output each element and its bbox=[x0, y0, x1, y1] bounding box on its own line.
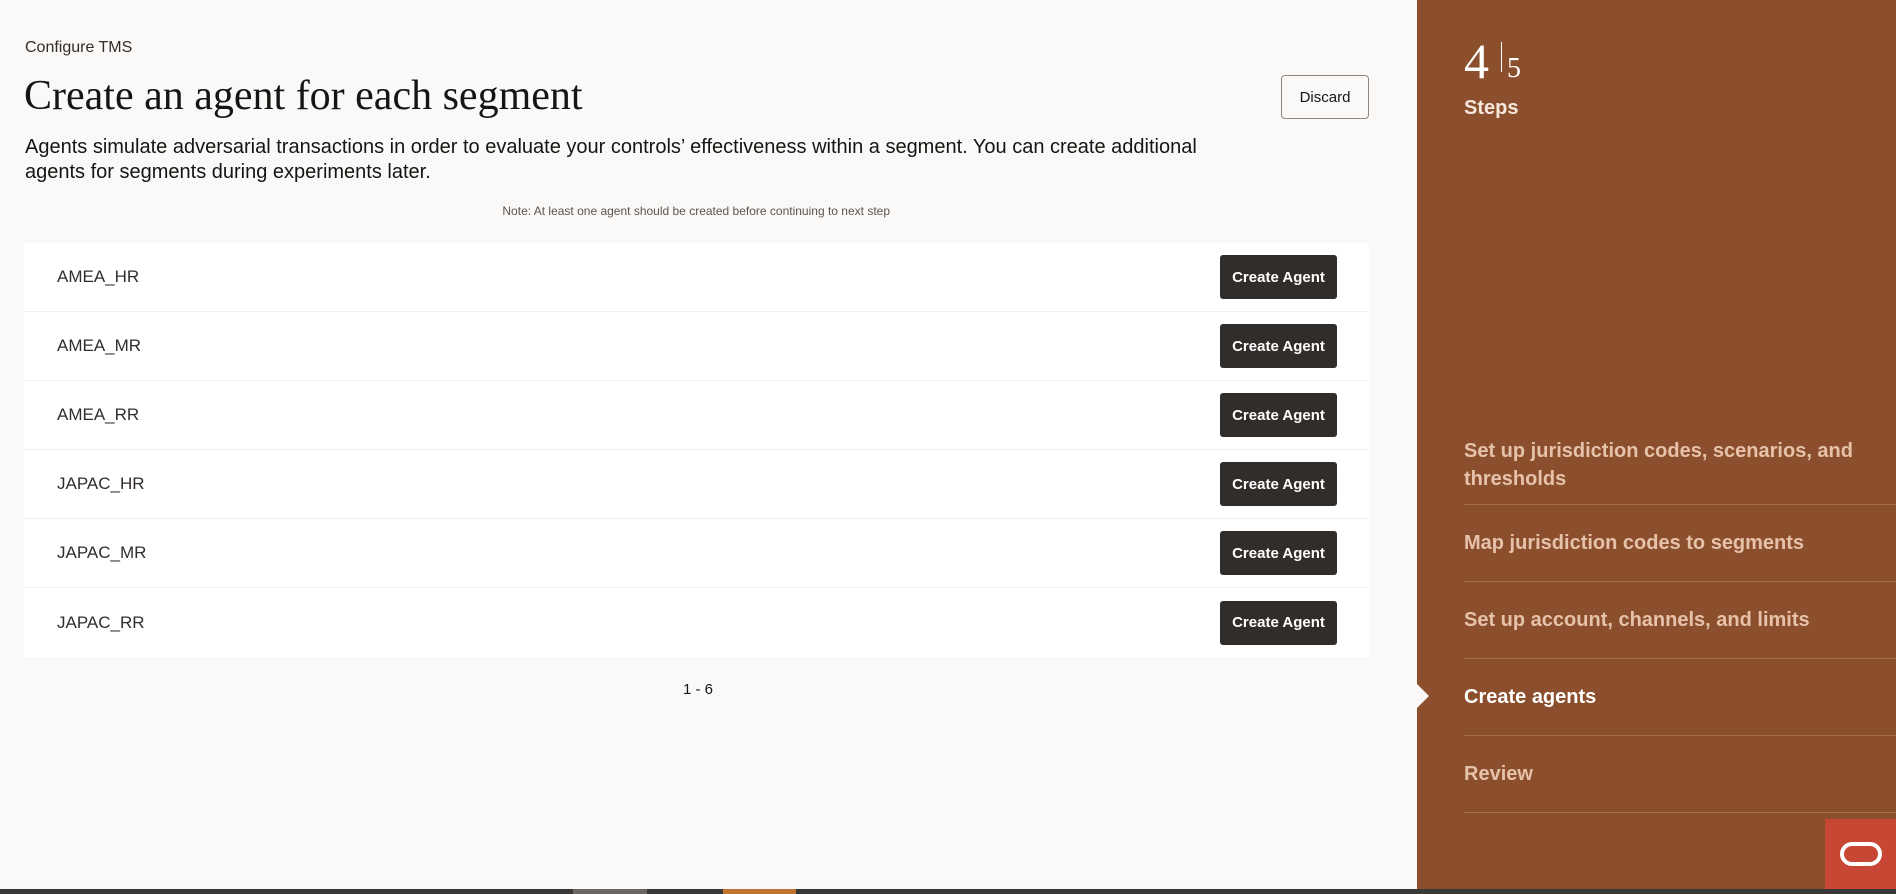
taskbar-segment-active bbox=[723, 889, 796, 894]
list-item: JAPAC_RR Create Agent bbox=[24, 588, 1369, 657]
segment-name: AMEA_HR bbox=[57, 267, 140, 286]
create-agent-button[interactable]: Create Agent bbox=[1220, 531, 1337, 575]
step-label: Set up account, channels, and limits bbox=[1464, 609, 1810, 631]
page-title: Create an agent for each segment bbox=[24, 73, 583, 119]
bottom-taskbar bbox=[0, 889, 1896, 894]
total-steps-number: 5 bbox=[1507, 53, 1521, 84]
stepper-panel: 4 5 Steps Set up jurisdiction codes, sce… bbox=[1417, 0, 1896, 889]
create-agent-button[interactable]: Create Agent bbox=[1220, 462, 1337, 506]
create-agent-button[interactable]: Create Agent bbox=[1220, 255, 1337, 299]
segment-name: JAPAC_MR bbox=[57, 543, 147, 562]
oracle-logo-icon bbox=[1839, 842, 1882, 866]
step-list: Set up jurisdiction codes, scenarios, an… bbox=[1464, 405, 1896, 813]
step-label: Map jurisdiction codes to segments bbox=[1464, 532, 1805, 554]
list-item: AMEA_RR Create Agent bbox=[24, 381, 1369, 450]
step-item-account-setup[interactable]: Set up account, channels, and limits bbox=[1464, 582, 1896, 659]
list-item: AMEA_HR Create Agent bbox=[24, 243, 1369, 312]
list-item: JAPAC_MR Create Agent bbox=[24, 519, 1369, 588]
list-item: AMEA_MR Create Agent bbox=[24, 312, 1369, 381]
discard-button[interactable]: Discard bbox=[1281, 75, 1369, 119]
step-divider bbox=[1501, 42, 1502, 72]
active-step-pointer-icon bbox=[1417, 684, 1429, 708]
breadcrumb: Configure TMS bbox=[25, 39, 133, 56]
current-step-number: 4 bbox=[1464, 33, 1489, 89]
pagination-range: 1 - 6 bbox=[683, 681, 714, 698]
step-label: Create agents bbox=[1464, 686, 1597, 708]
create-agent-button[interactable]: Create Agent bbox=[1220, 600, 1337, 645]
help-button[interactable] bbox=[1825, 819, 1896, 889]
step-label: Review bbox=[1464, 763, 1533, 785]
segment-list: AMEA_HR Create Agent AMEA_MR Create Agen… bbox=[24, 243, 1369, 657]
steps-label: Steps bbox=[1464, 97, 1519, 119]
page-description: Agents simulate adversarial transactions… bbox=[25, 136, 1197, 183]
taskbar-segment bbox=[573, 889, 647, 894]
create-agent-button[interactable]: Create Agent bbox=[1220, 393, 1337, 437]
list-item: JAPAC_HR Create Agent bbox=[24, 450, 1369, 519]
create-agent-button[interactable]: Create Agent bbox=[1220, 324, 1337, 368]
requirement-note: Note: At least one agent should be creat… bbox=[502, 204, 890, 218]
segment-name: AMEA_MR bbox=[57, 336, 142, 355]
step-item-create-agents[interactable]: Create agents bbox=[1464, 659, 1896, 736]
step-item-map-codes[interactable]: Map jurisdiction codes to segments bbox=[1464, 505, 1896, 582]
step-item-review[interactable]: Review bbox=[1464, 736, 1896, 813]
main-content: Configure TMS Create an agent for each s… bbox=[0, 0, 1417, 894]
segment-name: JAPAC_RR bbox=[57, 612, 145, 632]
segment-name: JAPAC_HR bbox=[57, 474, 145, 493]
step-label: Set up jurisdiction codes, scenarios, an… bbox=[1464, 439, 1853, 490]
step-item-jurisdiction-setup[interactable]: Set up jurisdiction codes, scenarios, an… bbox=[1464, 405, 1896, 505]
segment-name: AMEA_RR bbox=[57, 405, 140, 424]
